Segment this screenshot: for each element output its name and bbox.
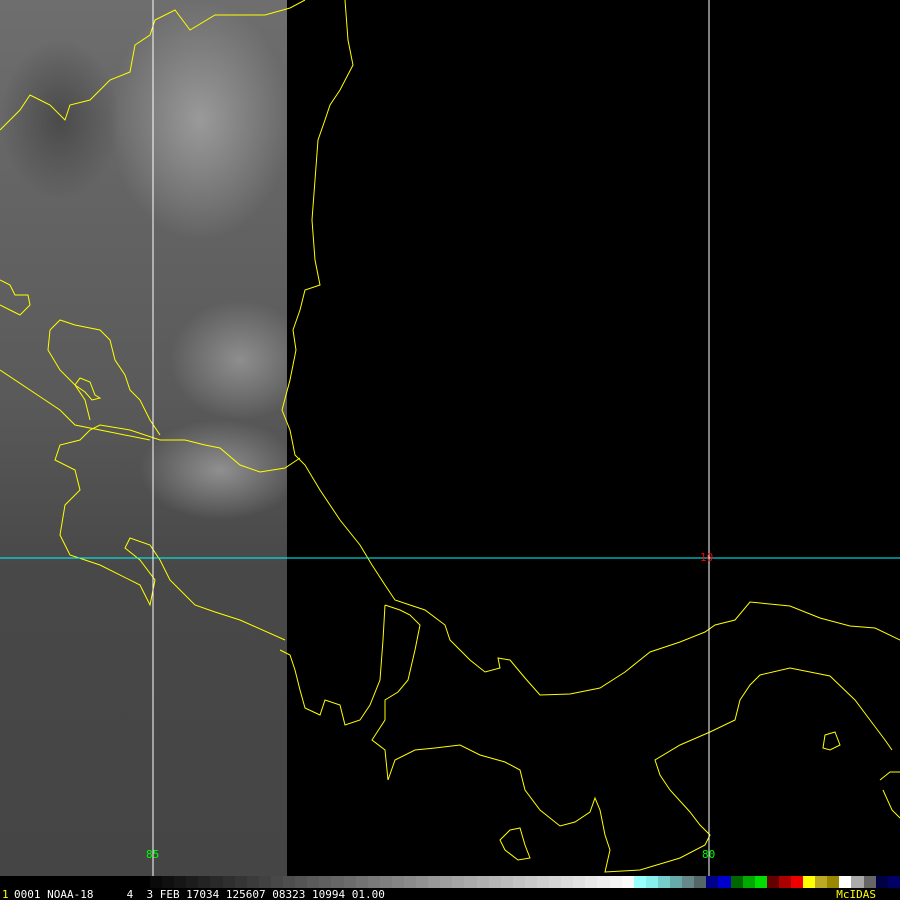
color-scale-swatch xyxy=(754,876,767,888)
color-scale-swatch xyxy=(621,876,634,888)
color-scale-swatch xyxy=(283,876,296,888)
color-scale-swatch xyxy=(537,876,550,888)
color-scale-swatch xyxy=(150,876,163,888)
latitude-label: 10 xyxy=(700,551,714,564)
color-scale-swatch xyxy=(815,876,828,888)
color-scale-swatch xyxy=(657,876,671,888)
image-info-text: 0001 NOAA-18 4 3 FEB 17034 125607 08323 … xyxy=(14,888,385,900)
color-scale-swatch xyxy=(524,876,537,888)
color-scale-swatch xyxy=(512,876,525,888)
color-scale-swatch xyxy=(270,876,284,888)
color-scale-swatch xyxy=(875,876,888,888)
color-scale-swatch xyxy=(428,876,441,888)
color-scale-swatch xyxy=(162,876,175,888)
color-scale-swatch xyxy=(561,876,574,888)
color-scale-swatch xyxy=(440,876,453,888)
color-scale-swatch xyxy=(403,876,417,888)
map-overlay xyxy=(0,0,900,876)
color-scale-swatch xyxy=(609,876,622,888)
mcidas-label: McIDAS xyxy=(836,888,876,900)
color-scale-swatch xyxy=(682,876,695,888)
color-scale-swatch xyxy=(246,876,259,888)
color-scale-swatch xyxy=(355,876,368,888)
color-scale-swatch xyxy=(645,876,658,888)
color-scale-swatch xyxy=(790,876,804,888)
color-scale-swatch xyxy=(416,876,429,888)
color-scale-swatch xyxy=(464,876,477,888)
color-scale-swatch xyxy=(597,876,610,888)
frame-number: 1 xyxy=(2,888,9,900)
longitude-label-80: 80 xyxy=(702,848,716,861)
color-scale-swatch xyxy=(730,876,743,888)
color-scale-swatch xyxy=(186,876,199,888)
color-scale-swatch xyxy=(307,876,320,888)
color-scale-swatch xyxy=(851,876,864,888)
color-scale-swatch xyxy=(573,876,586,888)
color-scale-swatch xyxy=(391,876,404,888)
coastlines xyxy=(0,0,900,873)
color-scale-swatch xyxy=(585,876,598,888)
color-scale-swatch xyxy=(319,876,332,888)
color-scale-swatch xyxy=(827,876,840,888)
color-scale-swatch xyxy=(633,876,646,888)
color-scale-swatch xyxy=(258,876,271,888)
color-scale-swatch xyxy=(452,876,465,888)
color-scale-swatch xyxy=(198,876,211,888)
color-scale-swatch xyxy=(343,876,356,888)
color-scale-swatch xyxy=(887,876,900,888)
color-scale-swatch xyxy=(379,876,392,888)
color-scale-swatch xyxy=(488,876,501,888)
color-scale-swatch xyxy=(234,876,247,888)
color-scale-swatch xyxy=(210,876,223,888)
color-scale-swatch xyxy=(803,876,816,888)
color-scale-swatch xyxy=(549,876,562,888)
color-scale-swatch xyxy=(863,876,876,888)
color-scale-swatch xyxy=(778,876,791,888)
color-scale-swatch xyxy=(670,876,683,888)
color-scale-swatch xyxy=(742,876,755,888)
color-scale-swatch xyxy=(839,876,852,888)
status-bar: 1 0001 NOAA-18 4 3 FEB 17034 125607 0832… xyxy=(0,876,900,900)
color-scale-swatch xyxy=(367,876,380,888)
color-scale-swatch xyxy=(706,876,719,888)
color-scale-bar xyxy=(150,876,900,888)
color-scale-swatch xyxy=(500,876,513,888)
color-scale-swatch xyxy=(766,876,779,888)
color-scale-swatch xyxy=(476,876,489,888)
color-scale-swatch xyxy=(694,876,707,888)
color-scale-swatch xyxy=(222,876,235,888)
color-scale-swatch xyxy=(718,876,731,888)
color-scale-swatch xyxy=(295,876,308,888)
color-scale-swatch xyxy=(174,876,187,888)
longitude-label-85: 85 xyxy=(146,848,160,861)
color-scale-swatch xyxy=(331,876,344,888)
satellite-map: 10 85 80 1 0001 NOAA-18 4 3 FEB 17034 12… xyxy=(0,0,900,900)
